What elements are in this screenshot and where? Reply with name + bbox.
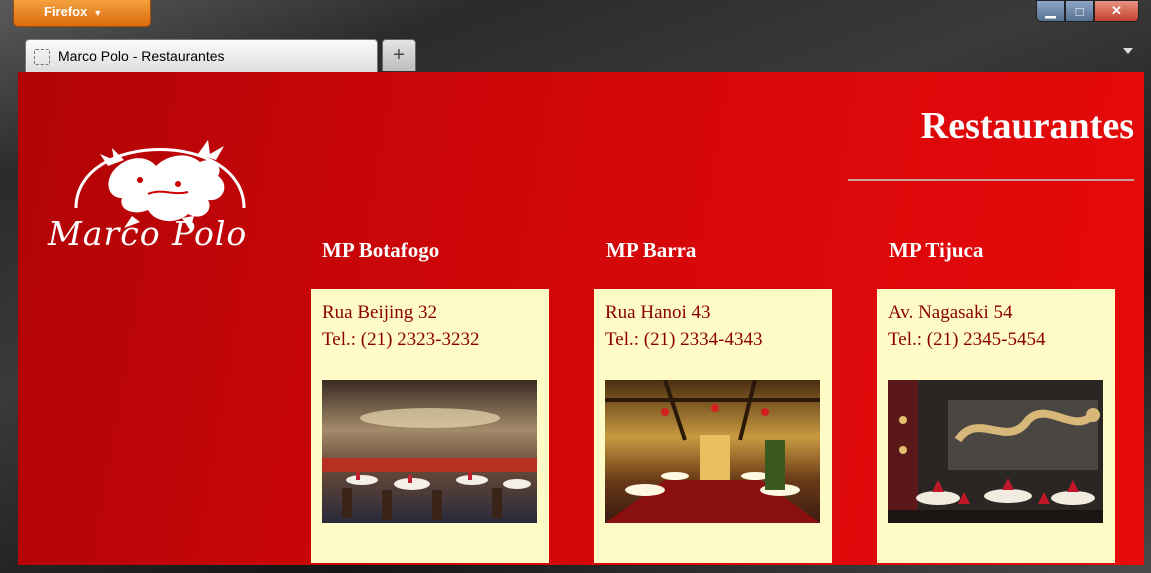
restaurant-name-barra: MP Barra: [606, 238, 697, 262]
restaurant-name-tijuca: MP Tijuca: [889, 238, 984, 262]
browser-window: Firefox ▼ ▁ □ ✕ Marco Polo - Restaurantes…: [0, 0, 1151, 573]
window-controls: ▁ □ ✕: [1036, 0, 1139, 24]
title-divider: [848, 179, 1134, 181]
restaurant-phone: Tel.: (21) 2323-3232: [322, 329, 480, 350]
list-all-tabs-icon[interactable]: [1123, 48, 1133, 54]
chevron-down-icon: ▼: [93, 8, 103, 18]
restaurant-phone: Tel.: (21) 2345-5454: [888, 329, 1046, 350]
restaurant-phone: Tel.: (21) 2334-4343: [605, 329, 763, 350]
restaurant-address: Rua Hanoi 43: [605, 302, 711, 323]
restaurant-card-botafogo: Rua Beijing 32 Tel.: (21) 2323-3232: [311, 289, 549, 563]
close-window-button[interactable]: ✕: [1094, 0, 1139, 22]
restaurant-address: Av. Nagasaki 54: [888, 302, 1013, 323]
restaurant-photo: [605, 380, 820, 523]
restaurant-card-barra: Rua Hanoi 43 Tel.: (21) 2334-4343: [594, 289, 832, 563]
new-tab-button[interactable]: +: [382, 39, 416, 71]
tab-marco-polo[interactable]: Marco Polo - Restaurantes: [25, 39, 378, 72]
page-content: Marco Polo Restaurantes MP Botafogo Rua …: [18, 72, 1144, 565]
restaurant-name-botafogo: MP Botafogo: [322, 238, 440, 262]
firefox-menu-button[interactable]: Firefox ▼: [13, 0, 151, 27]
maximize-icon: □: [1075, 3, 1084, 19]
plus-icon: +: [393, 44, 405, 66]
page-title: Restaurantes: [920, 105, 1134, 147]
restaurant-address: Rua Beijing 32: [322, 302, 438, 323]
brand-name: Marco Polo: [48, 214, 248, 253]
minimize-button[interactable]: ▁: [1036, 0, 1065, 22]
tab-title: Marco Polo - Restaurantes: [58, 48, 225, 64]
restaurant-card-tijuca: Av. Nagasaki 54 Tel.: (21) 2345-5454: [877, 289, 1115, 563]
close-icon: ✕: [1111, 3, 1122, 18]
firefox-menu-label: Firefox: [44, 4, 88, 19]
restaurant-photo: [888, 380, 1103, 523]
page-favicon-icon: [34, 49, 50, 65]
maximize-button[interactable]: □: [1065, 0, 1094, 22]
minimize-icon: ▁: [1045, 3, 1056, 18]
restaurant-photo: [322, 380, 537, 523]
